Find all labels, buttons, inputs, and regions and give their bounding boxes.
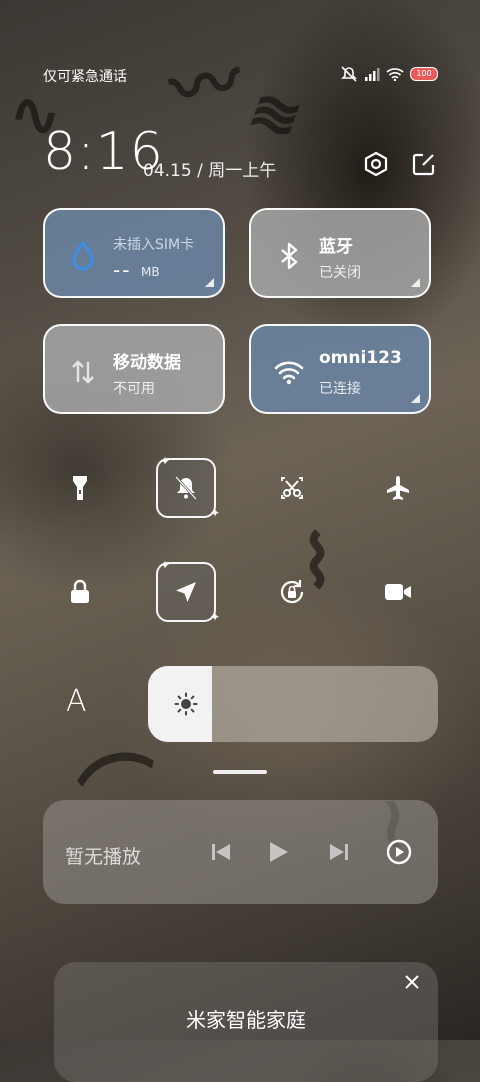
mobile-data-title: 移动数据 [113, 353, 181, 373]
video-camera-icon [385, 584, 411, 600]
carrier-text: 仅可紧急通话 [43, 69, 127, 85]
bluetooth-status: 已关闭 [319, 265, 361, 281]
wifi-title: omni123 [319, 348, 402, 368]
status-icons: 100 [340, 66, 438, 82]
sparkle-icon: ✦ [209, 506, 220, 520]
lock-screen-button[interactable] [50, 562, 110, 622]
auto-brightness-icon[interactable]: A [66, 684, 87, 719]
expand-corner-icon [411, 394, 420, 403]
wifi-status-icon [386, 68, 404, 81]
expand-corner-icon [205, 278, 214, 287]
sparkle-icon: ✦ [209, 610, 220, 624]
bluetooth-title: 蓝牙 [319, 237, 353, 257]
previous-track-icon[interactable] [205, 836, 237, 868]
mobile-data-tile[interactable]: 移动数据 不可用 [43, 324, 225, 414]
data-usage-unit: MB [141, 265, 160, 279]
sim-title: 未插入SIM卡 [113, 237, 195, 253]
edit-icon[interactable] [410, 150, 438, 178]
bluetooth-icon [281, 242, 298, 270]
sun-icon [174, 692, 198, 716]
water-drop-icon [72, 240, 94, 271]
mute-icon [341, 66, 357, 82]
data-usage-value: -- [113, 258, 132, 282]
mobile-data-icon [72, 360, 94, 384]
airplane-mode-button[interactable] [368, 458, 428, 518]
lock-icon [71, 579, 89, 603]
rotation-lock-icon [280, 580, 304, 604]
mobile-data-status: 不可用 [113, 381, 155, 397]
media-player: 暂无播放 [43, 800, 438, 904]
settings-icon[interactable] [362, 150, 390, 178]
smart-home-card[interactable]: 米家智能家庭 [54, 962, 438, 1082]
sim-data-tile[interactable]: 未插入SIM卡 -- MB [43, 208, 225, 298]
flashlight-button[interactable] [50, 458, 110, 518]
brightness-slider[interactable] [148, 666, 438, 742]
silent-mode-button[interactable]: ✦ ✦ [156, 454, 220, 520]
next-track-icon[interactable] [323, 836, 355, 868]
battery-indicator: 100 [410, 67, 438, 81]
play-icon[interactable] [261, 836, 293, 868]
status-bar: 仅可紧急通话 100 [43, 64, 438, 88]
expand-corner-icon [411, 278, 420, 287]
rotation-lock-button[interactable] [262, 562, 322, 622]
flashlight-icon [73, 476, 87, 500]
drag-handle[interactable] [213, 770, 267, 774]
bluetooth-tile[interactable]: 蓝牙 已关闭 [249, 208, 431, 298]
airplane-icon [387, 476, 409, 500]
media-status: 暂无播放 [65, 846, 142, 868]
smart-home-title: 米家智能家庭 [186, 1008, 306, 1032]
screenshot-button[interactable] [262, 458, 322, 518]
scissors-icon [281, 477, 303, 499]
location-button[interactable]: ✦ ✦ [156, 558, 220, 624]
signal-icon [365, 68, 380, 81]
sparkle-icon: ✦ [160, 454, 171, 468]
screen-record-button[interactable] [368, 562, 428, 622]
audio-output-icon[interactable] [383, 836, 415, 868]
close-icon[interactable] [402, 972, 422, 992]
wifi-status: 已连接 [319, 381, 361, 397]
bell-off-icon [175, 476, 197, 500]
location-arrow-icon [176, 582, 196, 602]
wifi-tile[interactable]: omni123 已连接 [249, 324, 431, 414]
wifi-icon [274, 361, 304, 385]
sparkle-icon: ✦ [160, 558, 171, 572]
date-text: 04.15 / 周一上午 [143, 161, 277, 181]
